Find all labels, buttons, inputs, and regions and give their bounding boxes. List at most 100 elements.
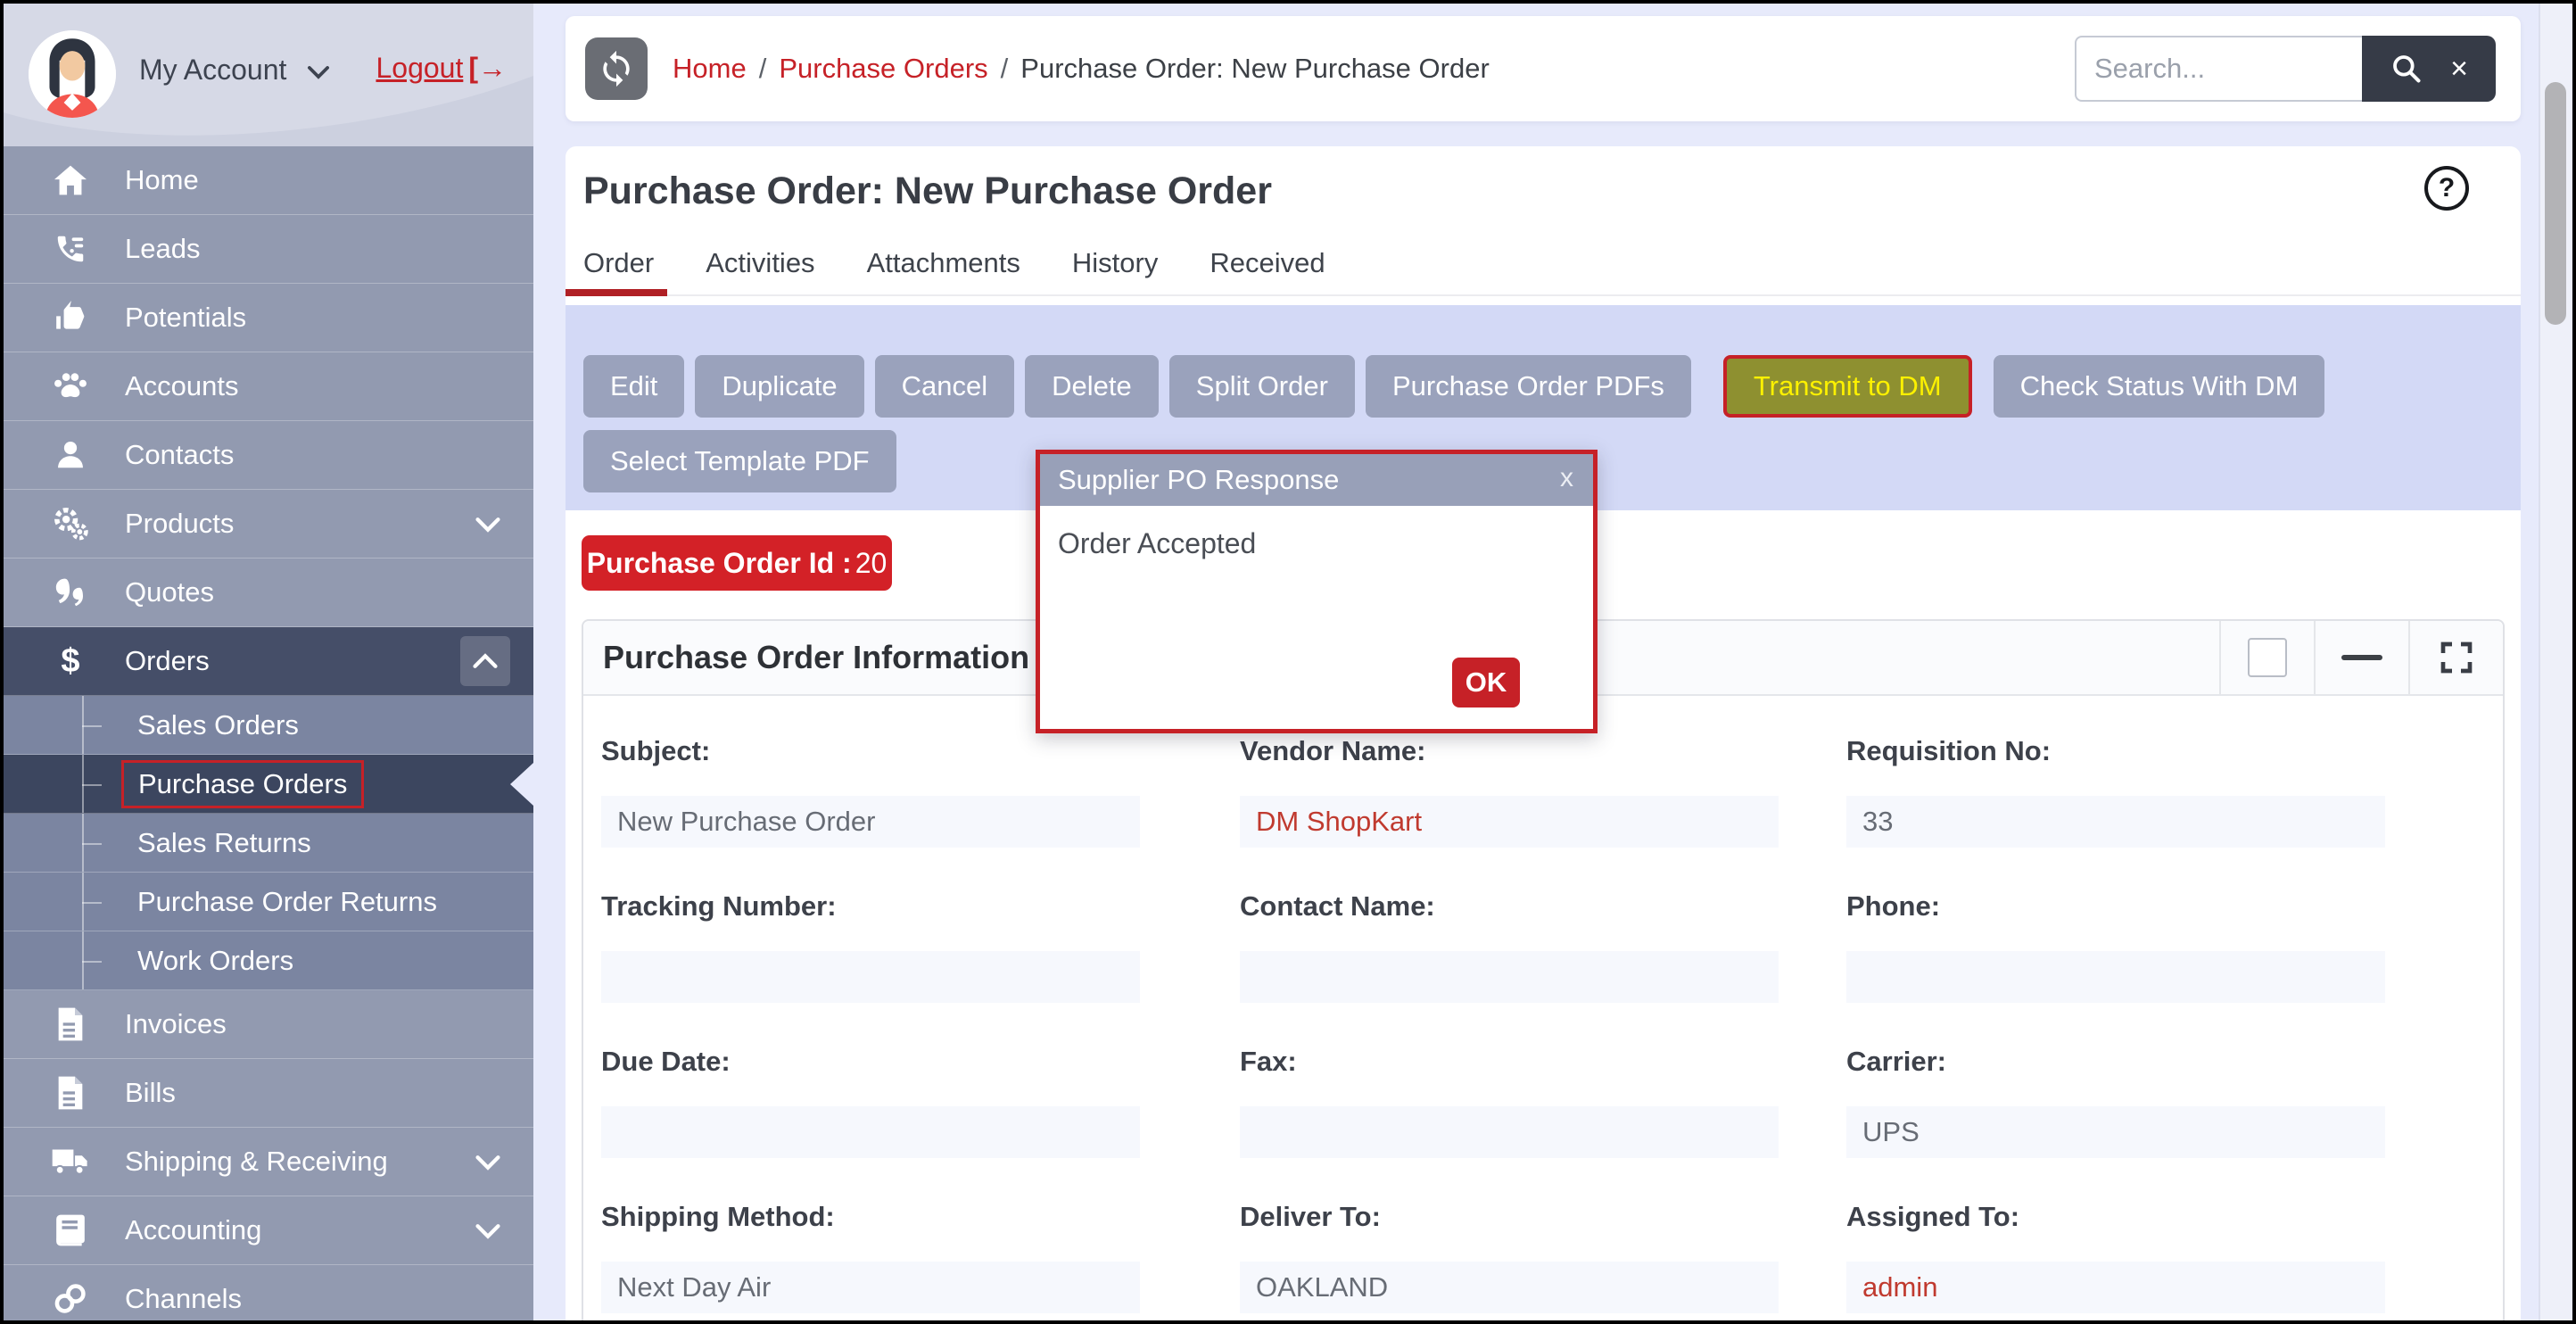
edit-button[interactable]: Edit [583,355,684,418]
tab-received[interactable]: Received [1210,247,1325,279]
sidebar-item-purchase-order-returns[interactable]: Purchase Order Returns [4,873,533,931]
avatar[interactable] [29,30,116,118]
sidebar-item-orders[interactable]: $ Orders [4,627,533,696]
sidebar-item-shipping-receiving[interactable]: Shipping & Receiving [4,1128,533,1196]
field-value: 33 [1846,796,2385,848]
cancel-button[interactable]: Cancel [875,355,1015,418]
sidebar-item-leads[interactable]: Leads [4,215,533,284]
close-icon[interactable]: x [1560,463,1573,493]
app-window: My Account Logout[→ Home Leads [0,0,2576,1324]
sidebar-item-label: Potentials [125,302,246,334]
sidebar-item-potentials[interactable]: Potentials [4,284,533,352]
check-status-with-dm-button[interactable]: Check Status With DM [1994,355,2325,418]
sidebar-item-label: Bills [125,1077,176,1109]
clear-search-icon[interactable]: × [2450,54,2468,84]
search-bar: × [2075,36,2496,102]
panel-body: Subject: New Purchase Order Vendor Name:… [583,696,2503,1320]
home-icon [50,164,91,196]
field-label: Due Date: [601,1046,1140,1078]
breadcrumb-current: Purchase Order: New Purchase Order [1020,53,1490,85]
logout-link[interactable]: Logout[→ [376,52,507,85]
field-label: Subject: [601,735,1140,767]
sidebar-item-home[interactable]: Home [4,146,533,215]
sidebar-item-invoices[interactable]: Invoices [4,990,533,1059]
scrollbar-track[interactable] [2539,4,2571,1320]
transmit-to-dm-button[interactable]: Transmit to DM [1723,355,1972,418]
help-glyph: ? [2439,173,2455,203]
sidebar-item-label: Contacts [125,439,234,471]
panel-expand-button[interactable] [2408,621,2503,694]
field-value [1240,951,1779,1003]
sidebar-item-bills[interactable]: Bills [4,1059,533,1128]
scrollbar-thumb[interactable] [2545,82,2566,325]
sidebar-header: My Account Logout[→ [4,4,533,146]
document-icon [50,1006,91,1042]
tab-attachments[interactable]: Attachments [867,247,1020,279]
field-label: Deliver To: [1240,1201,1779,1233]
sidebar-item-sales-returns[interactable]: Sales Returns [4,814,533,873]
sidebar-nav: Home Leads Potentials Accounts [4,146,533,1320]
refresh-button[interactable] [585,37,648,100]
avatar-image [29,30,116,118]
sidebar-item-label: Products [125,508,234,540]
field-carrier: Carrier: UPS [1846,1046,2385,1078]
field-phone: Phone: [1846,890,2385,923]
sidebar-item-products[interactable]: Products [4,490,533,559]
field-value-link[interactable]: DM ShopKart [1240,796,1779,848]
sidebar-item-quotes[interactable]: Quotes [4,559,533,627]
tab-activities[interactable]: Activities [706,247,814,279]
po-id-value: 20 [855,547,888,580]
chevron-down-icon [307,54,330,87]
sidebar-item-purchase-orders[interactable]: Purchase Orders [4,755,533,814]
panel-tools [2219,621,2503,694]
sidebar-item-contacts[interactable]: Contacts [4,421,533,490]
sidebar-item-label: Orders [125,645,210,677]
delete-button[interactable]: Delete [1025,355,1159,418]
sidebar-item-label: Quotes [125,576,214,608]
panel-collapse-button[interactable] [2314,621,2408,694]
panel-select-cell [2219,621,2314,694]
breadcrumb-separator: / [759,53,767,85]
purchase-order-pdfs-button[interactable]: Purchase Order PDFs [1366,355,1691,418]
chevron-up-icon[interactable] [460,636,510,686]
search-button[interactable]: × [2362,36,2496,102]
sidebar-item-channels[interactable]: Channels [4,1265,533,1320]
field-label: Shipping Method: [601,1201,1140,1233]
main-content: Home / Purchase Orders / Purchase Order:… [533,4,2572,1320]
sidebar-item-label: Channels [125,1283,242,1315]
panel-checkbox[interactable] [2248,638,2287,677]
ok-button[interactable]: OK [1452,658,1520,708]
split-order-button[interactable]: Split Order [1169,355,1355,418]
field-label: Contact Name: [1240,890,1779,923]
field-subject: Subject: New Purchase Order [601,735,1140,767]
field-label: Carrier: [1846,1046,2385,1078]
sidebar-item-work-orders[interactable]: Work Orders [4,931,533,990]
breadcrumb-home[interactable]: Home [673,53,747,85]
field-label: Fax: [1240,1046,1779,1078]
refresh-icon [597,49,636,88]
sidebar-item-label: Accounts [125,370,239,402]
chevron-down-icon [475,1214,501,1246]
field-tracking-number: Tracking Number: [601,890,1140,923]
sidebar: My Account Logout[→ Home Leads [4,4,533,1320]
help-icon[interactable]: ? [2424,166,2469,211]
sidebar-item-label: Sales Returns [137,827,311,859]
tab-order[interactable]: Order [583,247,654,279]
sidebar-item-accounting[interactable]: Accounting [4,1196,533,1265]
tab-history[interactable]: History [1072,247,1158,279]
field-value: New Purchase Order [601,796,1140,848]
sidebar-item-accounts[interactable]: Accounts [4,352,533,421]
chain-link-icon [50,1283,91,1315]
sidebar-item-sales-orders[interactable]: Sales Orders [4,696,533,755]
field-value: UPS [1846,1106,2385,1158]
duplicate-button[interactable]: Duplicate [695,355,863,418]
search-input[interactable] [2075,36,2362,102]
field-value-link[interactable]: admin [1846,1262,2385,1313]
actions-row-2: Select Template PDF [583,430,907,492]
fullscreen-icon [2439,640,2474,675]
field-requisition-no: Requisition No: 33 [1846,735,2385,767]
select-template-pdf-button[interactable]: Select Template PDF [583,430,896,492]
breadcrumb-purchase-orders[interactable]: Purchase Orders [779,53,987,85]
my-account-menu[interactable]: My Account [139,54,330,87]
chevron-down-icon [475,508,501,540]
